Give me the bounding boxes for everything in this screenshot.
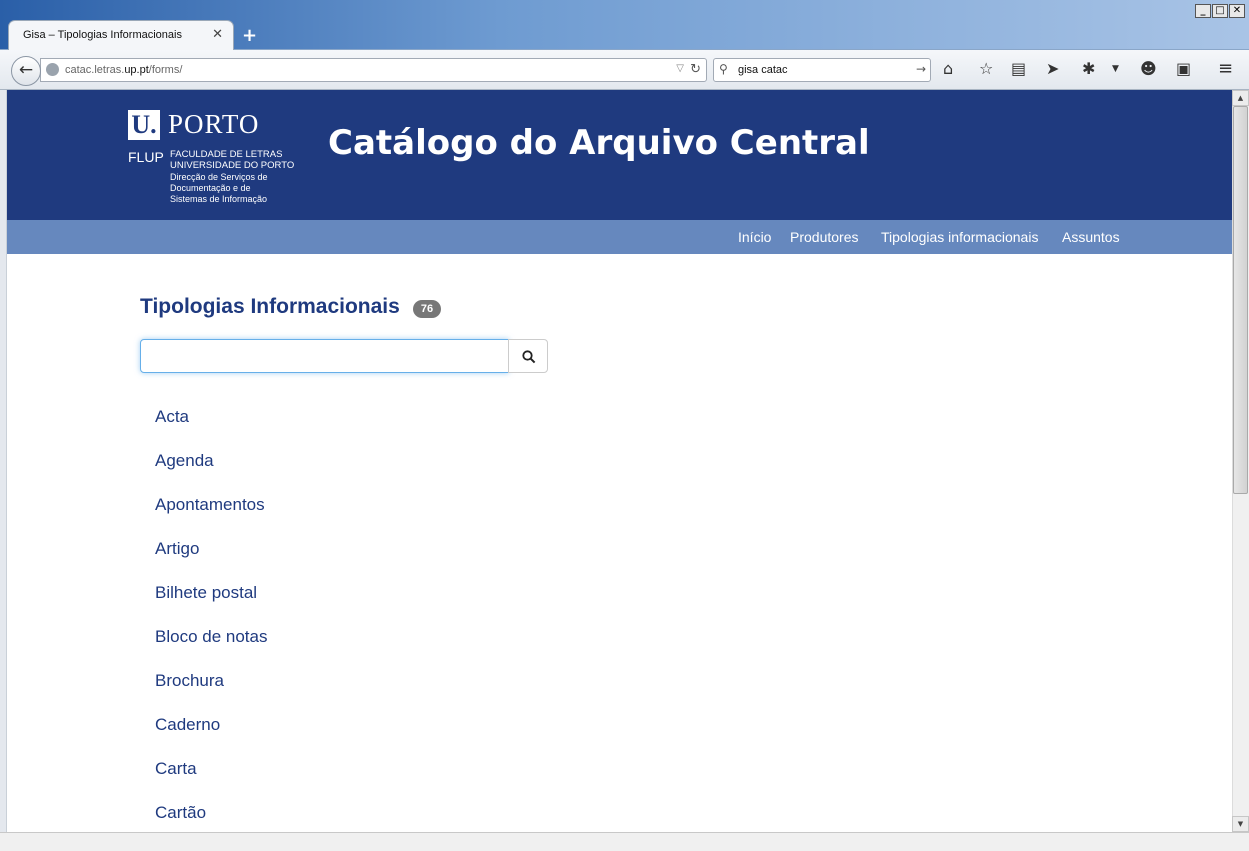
list-item-bilhete-postal[interactable]: Bilhete postal xyxy=(155,583,257,603)
logo-u-mark[interactable]: U. xyxy=(128,110,160,140)
window-controls: _ □ ✕ xyxy=(1195,4,1245,18)
home-icon[interactable]: ⌂ xyxy=(943,59,953,78)
scroll-down-arrow-icon[interactable]: ▼ xyxy=(1232,816,1249,832)
extension-icon[interactable]: ✱ xyxy=(1082,59,1095,78)
browser-search-text: gisa catac xyxy=(738,64,788,76)
list-item-carta[interactable]: Carta xyxy=(155,759,197,779)
nav-link-assuntos[interactable]: Assuntos xyxy=(1062,229,1120,245)
logo-directorate-text: Direcção de Serviços de Documentação e d… xyxy=(170,172,268,204)
list-item-acta[interactable]: Acta xyxy=(155,407,189,427)
nav-link-inicio[interactable]: Início xyxy=(738,229,771,245)
minimize-button[interactable]: _ xyxy=(1195,4,1211,18)
logo-porto-text[interactable]: PORTO xyxy=(168,109,259,140)
list-item-brochura[interactable]: Brochura xyxy=(155,671,224,691)
count-badge: 76 xyxy=(413,300,441,318)
page-title: Tipologias Informacionais xyxy=(140,295,400,318)
search-go-icon[interactable]: → xyxy=(916,62,926,76)
url-bar[interactable]: catac.letras.up.pt/forms/ ▽ ↻ xyxy=(40,58,707,82)
list-item-cartao[interactable]: Cartão xyxy=(155,803,206,823)
url-text: catac.letras.up.pt/forms/ xyxy=(65,64,183,76)
scroll-up-arrow-icon[interactable]: ▲ xyxy=(1232,90,1249,106)
logo-flup-text: FLUP xyxy=(128,149,164,165)
bookmark-star-icon[interactable]: ☆ xyxy=(979,59,993,78)
url-history-dropdown-icon[interactable]: ▽ xyxy=(676,63,684,74)
list-item-artigo[interactable]: Artigo xyxy=(155,539,199,559)
window-border xyxy=(0,90,7,832)
list-item-bloco-de-notas[interactable]: Bloco de notas xyxy=(155,627,267,647)
chat-icon[interactable]: ☻ xyxy=(1140,59,1157,78)
filter-search-button[interactable] xyxy=(508,339,548,373)
nav-link-tipologias[interactable]: Tipologias informacionais xyxy=(881,229,1038,245)
dropdown-icon[interactable]: ▼ xyxy=(1112,64,1119,74)
logo-faculty-text: FACULDADE DE LETRAS UNIVERSIDADE DO PORT… xyxy=(170,149,295,171)
list-item-apontamentos[interactable]: Apontamentos xyxy=(155,495,265,515)
list-item-caderno[interactable]: Caderno xyxy=(155,715,220,735)
new-tab-button[interactable]: + xyxy=(242,25,257,46)
tab-close-icon[interactable]: ✕ xyxy=(212,27,223,42)
reading-list-icon[interactable]: ▤ xyxy=(1011,59,1026,78)
screenshot-icon[interactable]: ▣ xyxy=(1176,59,1191,78)
window-bottom-edge xyxy=(0,832,1249,851)
filter-input[interactable] xyxy=(140,339,509,373)
browser-search-bar[interactable]: ⚲ gisa catac → xyxy=(713,58,931,82)
send-icon[interactable]: ➤ xyxy=(1046,59,1059,78)
list-item-agenda[interactable]: Agenda xyxy=(155,451,214,471)
reload-icon[interactable]: ↻ xyxy=(690,62,701,77)
menu-icon[interactable]: ≡ xyxy=(1218,58,1233,79)
search-icon xyxy=(522,350,536,364)
tab-title: Gisa – Tipologias Informacionais xyxy=(23,29,182,41)
search-engine-icon: ⚲ xyxy=(719,62,728,76)
maximize-button[interactable]: □ xyxy=(1212,4,1228,18)
nav-link-produtores[interactable]: Produtores xyxy=(790,229,858,245)
site-nav xyxy=(7,220,1232,254)
scrollbar-thumb[interactable] xyxy=(1233,106,1248,494)
back-button[interactable]: ← xyxy=(11,56,41,86)
browser-tab-active[interactable]: Gisa – Tipologias Informacionais ✕ xyxy=(8,20,234,50)
globe-icon xyxy=(46,63,59,76)
site-title[interactable]: Catálogo do Arquivo Central xyxy=(328,123,870,163)
close-window-button[interactable]: ✕ xyxy=(1229,4,1245,18)
